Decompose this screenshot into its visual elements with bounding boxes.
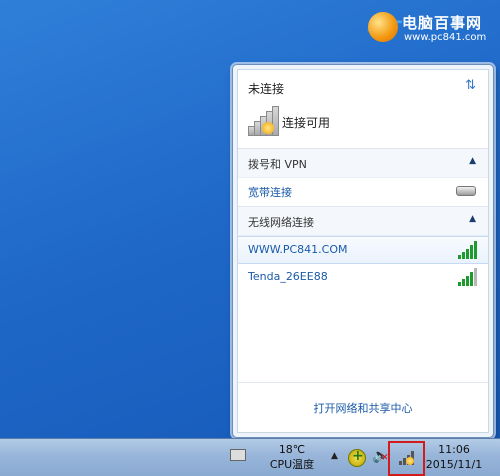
tray-app-icon[interactable]	[348, 448, 366, 467]
network-tray-icon-highlight[interactable]	[388, 441, 425, 476]
clock[interactable]: 11:06 2015/11/1	[424, 442, 484, 472]
wifi-network-tenda[interactable]: Tenda_26EE88	[238, 264, 488, 290]
refresh-icon[interactable]: ⇅	[465, 78, 476, 93]
section-wireless-title: 无线网络连接	[248, 216, 314, 229]
pc841-logo: 电脑百事网 www.pc841.com	[362, 10, 496, 50]
logo-brand-text: 电脑百事网	[402, 14, 483, 32]
connection-broadband-label: 宽带连接	[248, 186, 292, 199]
wifi-network-pc841[interactable]: WWW.PC841.COM	[238, 236, 488, 264]
footer-divider	[238, 382, 488, 383]
clock-time: 11:06	[438, 443, 470, 456]
connections-available-label: 连接可用	[282, 116, 331, 130]
network-flyout-body: 未连接 ⇅ 连接可用 拨号和 VPN ▲ 宽带连接 无线网络连接 ▲ WWW.P…	[237, 69, 489, 433]
connection-status: 未连接	[248, 82, 285, 96]
wifi-network-name: Tenda_26EE88	[248, 270, 328, 283]
network-flyout: 未连接 ⇅ 连接可用 拨号和 VPN ▲ 宽带连接 无线网络连接 ▲ WWW.P…	[232, 64, 494, 438]
modem-icon	[456, 186, 476, 196]
chevron-up-icon[interactable]: ▲	[469, 156, 476, 166]
logo-url-text: www.pc841.com	[404, 32, 487, 43]
cpu-temperature-value: 18℃	[278, 443, 306, 456]
available-star-icon	[406, 457, 414, 465]
wifi-signal-icon	[458, 268, 478, 286]
signal-bars-star-icon	[248, 106, 280, 136]
keyboard-icon[interactable]	[230, 449, 246, 461]
logo-globe-icon	[368, 12, 398, 42]
wifi-network-name: WWW.PC841.COM	[248, 243, 348, 256]
cpu-temperature-label: CPU温度	[269, 458, 315, 471]
connection-broadband[interactable]: 宽带连接	[238, 178, 488, 204]
show-hidden-icons-arrow-icon[interactable]: ▲	[331, 451, 338, 461]
section-wireless[interactable]: 无线网络连接 ▲	[238, 206, 488, 236]
wifi-signal-icon	[458, 241, 478, 259]
section-dialup-vpn-title: 拨号和 VPN	[248, 158, 307, 171]
available-star-icon	[262, 122, 274, 134]
taskbar: 18℃ CPU温度 ▲ 🔈 ✕ 11:06 2015/11/1	[0, 438, 500, 476]
open-network-sharing-center-link[interactable]: 打开网络和共享中心	[238, 400, 488, 416]
clock-date: 2015/11/1	[425, 458, 483, 471]
chevron-up-icon[interactable]: ▲	[469, 214, 476, 224]
section-dialup-vpn[interactable]: 拨号和 VPN ▲	[238, 148, 488, 178]
cpu-temperature[interactable]: 18℃ CPU温度	[266, 442, 318, 472]
